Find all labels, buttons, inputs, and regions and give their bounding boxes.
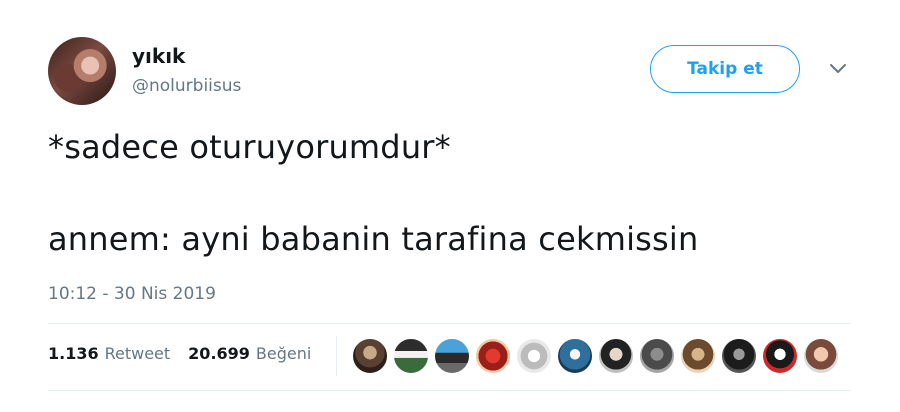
engagement-stats: 1.136 Retweet 20.699 Beğeni xyxy=(48,344,329,363)
liker-avatars xyxy=(352,338,844,374)
liker-avatar[interactable] xyxy=(516,338,552,374)
retweet-label[interactable]: Retweet xyxy=(105,344,171,363)
liker-avatar[interactable] xyxy=(557,338,593,374)
liker-avatar[interactable] xyxy=(475,338,511,374)
liker-avatar[interactable] xyxy=(598,338,634,374)
liker-avatar[interactable] xyxy=(680,338,716,374)
tweet-text-line-2: annem: ayni babanin tarafina cekmissin xyxy=(48,220,699,258)
user-handle[interactable]: @nolurbiisus xyxy=(132,76,241,96)
avatar[interactable] xyxy=(48,37,116,105)
liker-avatar[interactable] xyxy=(639,338,675,374)
divider-bottom xyxy=(48,390,850,391)
liker-avatar[interactable] xyxy=(393,338,429,374)
liker-avatar[interactable] xyxy=(434,338,470,374)
tweet-card: yıkık @nolurbiisus Takip et *sadece otur… xyxy=(0,0,900,412)
liker-avatar[interactable] xyxy=(803,338,839,374)
retweet-count[interactable]: 1.136 xyxy=(48,344,99,363)
stats-separator xyxy=(336,336,337,376)
liker-avatar[interactable] xyxy=(352,338,388,374)
like-count[interactable]: 20.699 xyxy=(188,344,250,363)
liker-avatar[interactable] xyxy=(721,338,757,374)
timestamp[interactable]: 10:12 - 30 Nis 2019 xyxy=(48,284,216,304)
liker-avatar[interactable] xyxy=(762,338,798,374)
chevron-down-icon[interactable] xyxy=(828,62,848,76)
follow-button[interactable]: Takip et xyxy=(650,45,800,93)
tweet-text-line-1: *sadece oturuyorumdur* xyxy=(48,128,451,166)
like-label[interactable]: Beğeni xyxy=(256,344,311,363)
divider-top xyxy=(48,323,850,324)
display-name[interactable]: yıkık xyxy=(132,44,185,68)
